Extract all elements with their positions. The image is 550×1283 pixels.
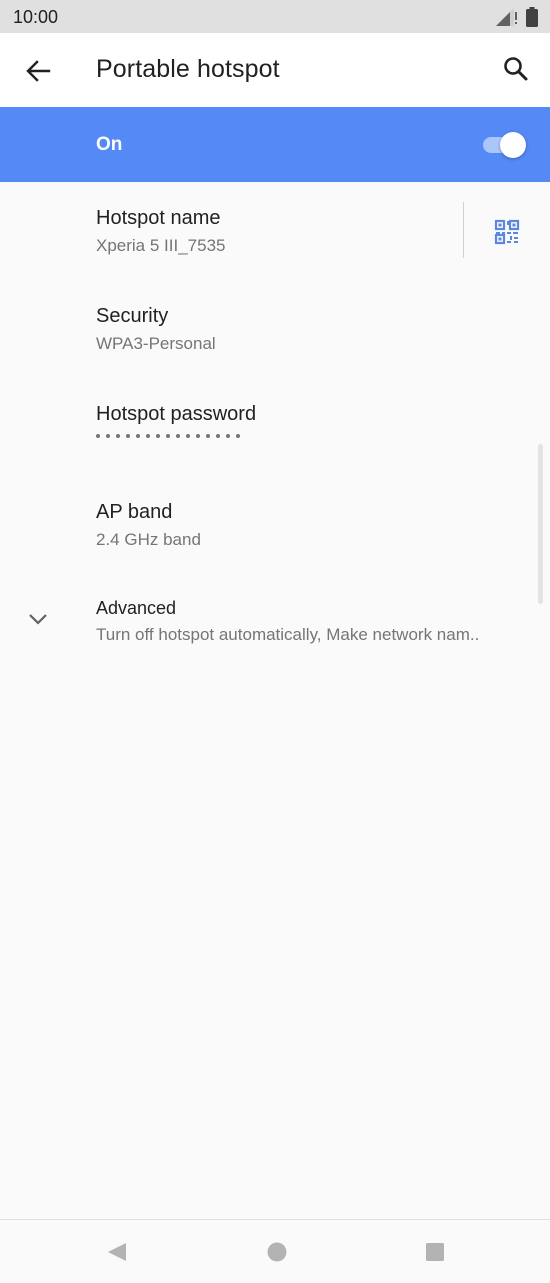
signal-icon — [496, 8, 518, 31]
status-time: 10:00 — [13, 7, 59, 27]
page-title: Portable hotspot — [96, 55, 280, 83]
hotspot-master-switch-bar[interactable]: On — [0, 107, 550, 182]
qr-code-icon — [494, 219, 520, 245]
nav-back-icon — [108, 1243, 126, 1261]
pref-title: Advanced — [96, 598, 177, 618]
pref-ap-band[interactable]: AP band 2.4 GHz band — [0, 476, 550, 574]
battery-icon — [526, 7, 538, 32]
status-bar: 10:00 — [0, 0, 550, 33]
chevron-down-icon — [26, 610, 50, 630]
pref-summary: Turn off hotspot automatically, Make net… — [96, 625, 480, 644]
vertical-divider — [463, 202, 464, 258]
pref-summary: WPA3-Personal — [96, 334, 216, 353]
password-mask-dot — [106, 434, 110, 438]
nav-recents-icon — [426, 1243, 444, 1261]
nav-recents-button[interactable] — [420, 1237, 450, 1267]
password-mask-dot — [126, 434, 130, 438]
scrollbar[interactable] — [538, 444, 543, 604]
password-mask-dot — [176, 434, 180, 438]
pref-title: Security — [96, 305, 169, 327]
arrow-back-icon — [26, 60, 51, 82]
pref-title: Hotspot name — [96, 207, 221, 229]
hotspot-toggle[interactable] — [480, 131, 526, 159]
pref-hotspot-name[interactable]: Hotspot name Xperia 5 III_7535 — [0, 182, 550, 280]
pref-security[interactable]: Security WPA3-Personal — [0, 280, 550, 378]
back-button[interactable] — [18, 51, 58, 91]
password-mask-dot — [166, 434, 170, 438]
screen: 10:00 Portable hotspot On Hotspot name X… — [0, 0, 550, 1283]
nav-home-button[interactable] — [262, 1237, 292, 1267]
password-mask-dot — [196, 434, 200, 438]
pref-summary: 2.4 GHz band — [96, 530, 201, 549]
nav-bar — [0, 1220, 550, 1283]
pref-title: AP band — [96, 501, 173, 523]
pref-hotspot-password[interactable]: Hotspot password — [0, 378, 550, 476]
password-mask-dot — [186, 434, 190, 438]
search-button[interactable] — [496, 49, 536, 89]
toggle-thumb — [500, 132, 526, 158]
nav-home-icon — [267, 1242, 287, 1262]
password-mask-dot — [206, 434, 210, 438]
password-mask-dot — [146, 434, 150, 438]
password-mask-dot — [226, 434, 230, 438]
password-mask-dot — [236, 434, 240, 438]
password-mask-dot — [216, 434, 220, 438]
password-mask-dot — [136, 434, 140, 438]
master-switch-label: On — [96, 134, 123, 155]
password-mask-dot — [116, 434, 120, 438]
qr-code-button[interactable] — [492, 217, 522, 247]
pref-advanced[interactable]: Advanced Turn off hotspot automatically,… — [0, 574, 550, 666]
app-bar: Portable hotspot — [0, 33, 550, 107]
password-mask-dot — [96, 434, 100, 438]
pref-title: Hotspot password — [96, 403, 257, 425]
nav-back-button[interactable] — [102, 1237, 132, 1267]
search-icon — [504, 57, 528, 81]
pref-summary: Xperia 5 III_7535 — [96, 236, 226, 255]
password-mask-dot — [156, 434, 160, 438]
password-mask — [96, 434, 240, 438]
status-icons — [496, 7, 538, 32]
